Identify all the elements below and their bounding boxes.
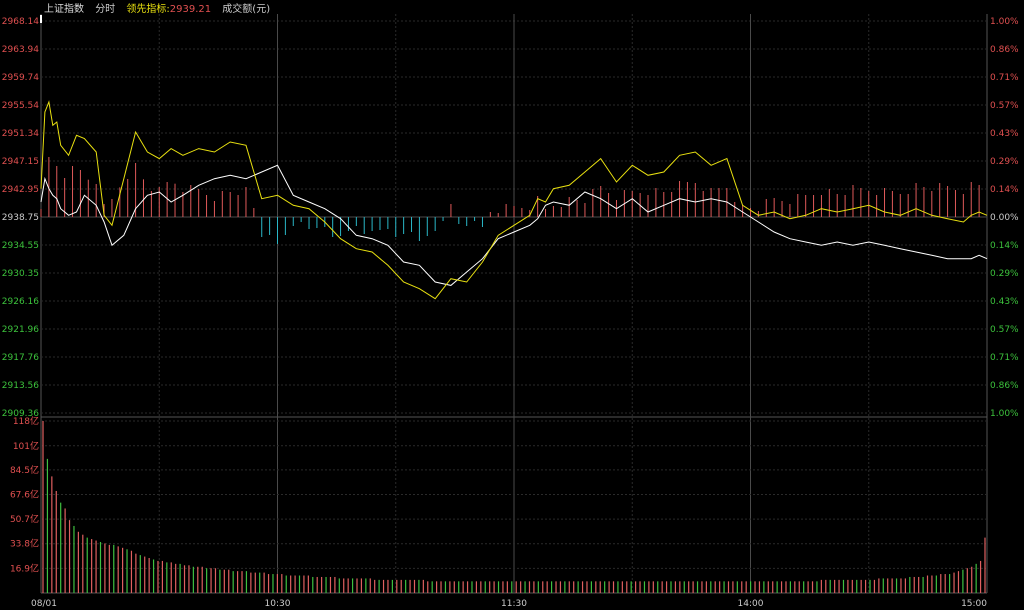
percent-tick-label: 0.29% [990,157,1019,167]
percent-tick-label: 1.00% [990,17,1019,27]
volume-tick-label: 50.7亿 [10,513,39,525]
price-tick-label: 2921.96 [2,325,39,335]
percent-tick-label: 1.00% [990,409,1019,419]
percent-tick-label: 0.71% [990,353,1019,363]
time-tick-label: 15:00 [961,599,987,609]
price-tick-label: 2963.94 [2,45,39,55]
percent-tick-label: 0.14% [990,185,1019,195]
price-tick-label: 2942.95 [2,185,39,195]
price-tick-label: 2926.16 [2,297,39,307]
price-tick-label: 2947.15 [2,157,39,167]
price-tick-label: 2955.54 [2,101,39,111]
price-tick-label: 2917.76 [2,353,39,363]
percent-tick-label: 0.86% [990,381,1019,391]
volume-tick-label: 67.6亿 [10,488,39,500]
time-tick-label: 10:30 [265,599,291,609]
price-tick-label: 2913.56 [2,381,39,391]
intraday-chart[interactable]: 2968.14 1.00% 2963.94 0.86% 2959.74 0.71% 2955… [0,0,1024,610]
percent-tick-label: 0.71% [990,73,1019,83]
volume-tick-label: 16.9亿 [10,562,39,574]
percent-tick-label: 0.86% [990,45,1019,55]
price-tick-label: 2930.35 [2,269,39,279]
price-tick-label: 2951.34 [2,129,39,139]
percent-tick-label: 0.43% [990,297,1019,307]
percent-tick-label: 0.43% [990,129,1019,139]
volume-tick-label: 33.8亿 [10,538,39,550]
time-tick-label: 11:30 [501,599,527,609]
volume-tick-label: 101亿 [13,440,39,452]
percent-tick-label: 0.57% [990,325,1019,335]
volume-tick-label: 118亿 [13,415,39,427]
price-tick-label: 2959.74 [2,73,39,83]
percent-tick-label: 0.14% [990,241,1019,251]
percent-tick-label: 0.00% [990,213,1019,223]
price-tick-label: 2968.14 [2,17,39,27]
session-marker [40,15,42,23]
percent-tick-label: 0.57% [990,101,1019,111]
volume-tick-label: 84.5亿 [10,464,39,476]
price-tick-label: 2938.75 [2,213,39,223]
time-tick-label: 08/01 [31,599,57,609]
percent-tick-label: 0.29% [990,269,1019,279]
price-tick-label: 2934.55 [2,241,39,251]
time-tick-label: 14:00 [738,599,764,609]
